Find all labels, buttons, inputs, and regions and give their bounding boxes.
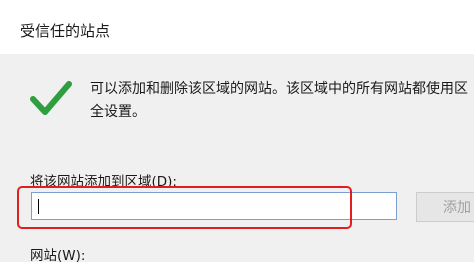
dialog-title: 受信任的站点 <box>20 22 111 40</box>
text-caret <box>38 199 39 214</box>
add-site-label: 将该网站添加到区域(D): <box>30 174 177 190</box>
description-line-1: 可以添加和删除该区域的网站。该区域中的所有网站都使用区 <box>90 81 468 97</box>
checkmark-icon <box>30 81 72 115</box>
add-site-input[interactable] <box>31 192 397 220</box>
trusted-sites-dialog: 受信任的站点 可以添加和删除该区域的网站。该区域中的所有网站都使用区 全设置。 … <box>0 0 474 262</box>
title-bar: 受信任的站点 <box>0 0 474 54</box>
add-button[interactable]: 添加 <box>416 192 474 222</box>
description-line-2: 全设置。 <box>90 104 146 120</box>
websites-label: 网站(W): <box>30 248 86 262</box>
zone-description: 可以添加和删除该区域的网站。该区域中的所有网站都使用区 全设置。 <box>90 78 474 124</box>
